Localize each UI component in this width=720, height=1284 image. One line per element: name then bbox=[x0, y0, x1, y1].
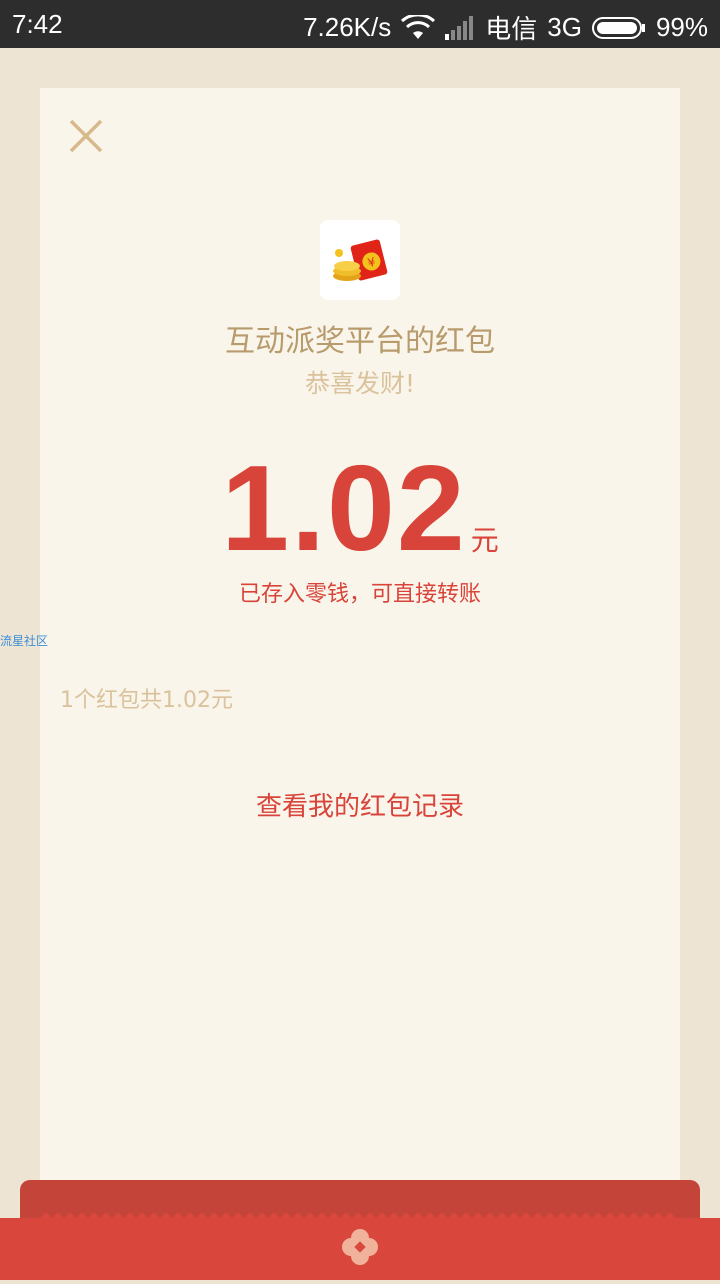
saved-to-wallet-note: 已存入零钱，可直接转账 bbox=[238, 582, 481, 607]
currency-unit: 元 bbox=[470, 524, 499, 557]
network-type: 3G bbox=[547, 12, 582, 42]
sender-title: 互动派奖平台的红包 bbox=[225, 324, 495, 359]
status-right-group: 7.26K/s 电信 3G 99% bbox=[293, 9, 708, 46]
greeting-text: 恭喜发财! bbox=[304, 369, 416, 398]
amount-display: 1.02 元 bbox=[40, 438, 680, 578]
envelope-front bbox=[0, 1210, 720, 1280]
network-speed: 7.26K/s bbox=[303, 12, 392, 42]
wifi-icon bbox=[401, 14, 436, 41]
status-bar: 7:42 7.26K/s 电信 3G 99% bbox=[0, 0, 720, 48]
packet-summary: 1个红包共1.02元 bbox=[60, 688, 233, 713]
amount-value: 1.02 bbox=[221, 440, 467, 576]
battery-icon bbox=[591, 16, 646, 40]
close-button[interactable] bbox=[66, 116, 106, 156]
view-records-link[interactable]: 查看我的红包记录 bbox=[40, 786, 680, 823]
close-icon bbox=[69, 119, 103, 153]
carrier-name: 电信 bbox=[485, 14, 538, 44]
watermark-text: 流星社区 bbox=[0, 634, 49, 648]
sender-avatar: ¥ bbox=[320, 220, 400, 300]
signal-icon bbox=[445, 15, 475, 40]
red-packet-detail-card: ¥ 互动派奖平台的红包 恭喜发财! 1.02 元 已存入零钱，可直接转账 1个红包… bbox=[40, 88, 680, 1218]
battery-percent: 99% bbox=[655, 12, 708, 42]
red-envelope-coins-icon: ¥ bbox=[333, 239, 388, 281]
status-time: 7:42 bbox=[12, 9, 63, 39]
